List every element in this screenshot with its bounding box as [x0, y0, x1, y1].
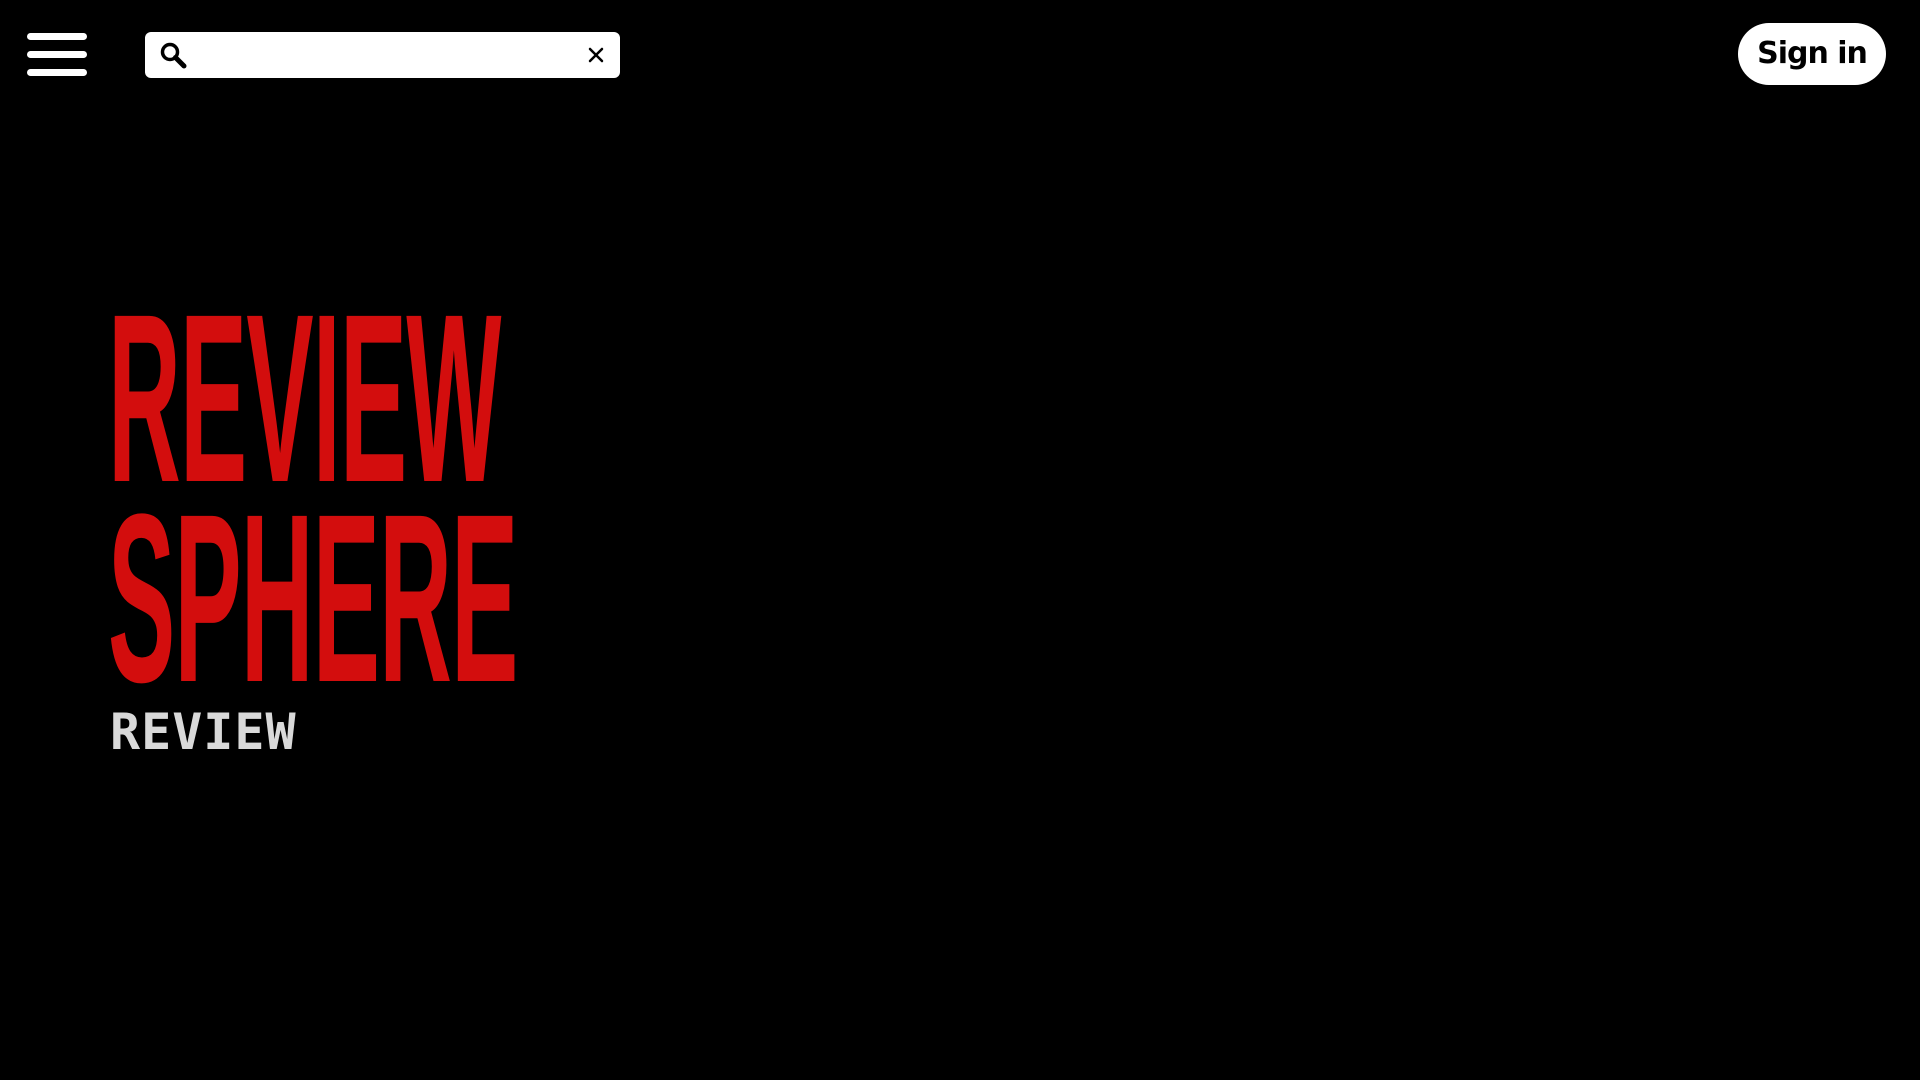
logo-line-sphere: SPHERE [108, 464, 518, 732]
sign-in-button[interactable]: Sign in [1738, 23, 1886, 85]
section-subtitle: REVIEW [110, 703, 297, 761]
search-icon[interactable] [159, 41, 187, 69]
menu-bar [27, 33, 87, 40]
search-input[interactable] [197, 38, 557, 72]
menu-bar [27, 69, 87, 76]
close-icon[interactable] [580, 39, 612, 71]
hamburger-menu-icon[interactable] [24, 30, 90, 80]
site-logo[interactable]: REVIEW SPHERE [108, 278, 558, 732]
search-box [145, 32, 620, 78]
menu-bar [27, 51, 87, 58]
